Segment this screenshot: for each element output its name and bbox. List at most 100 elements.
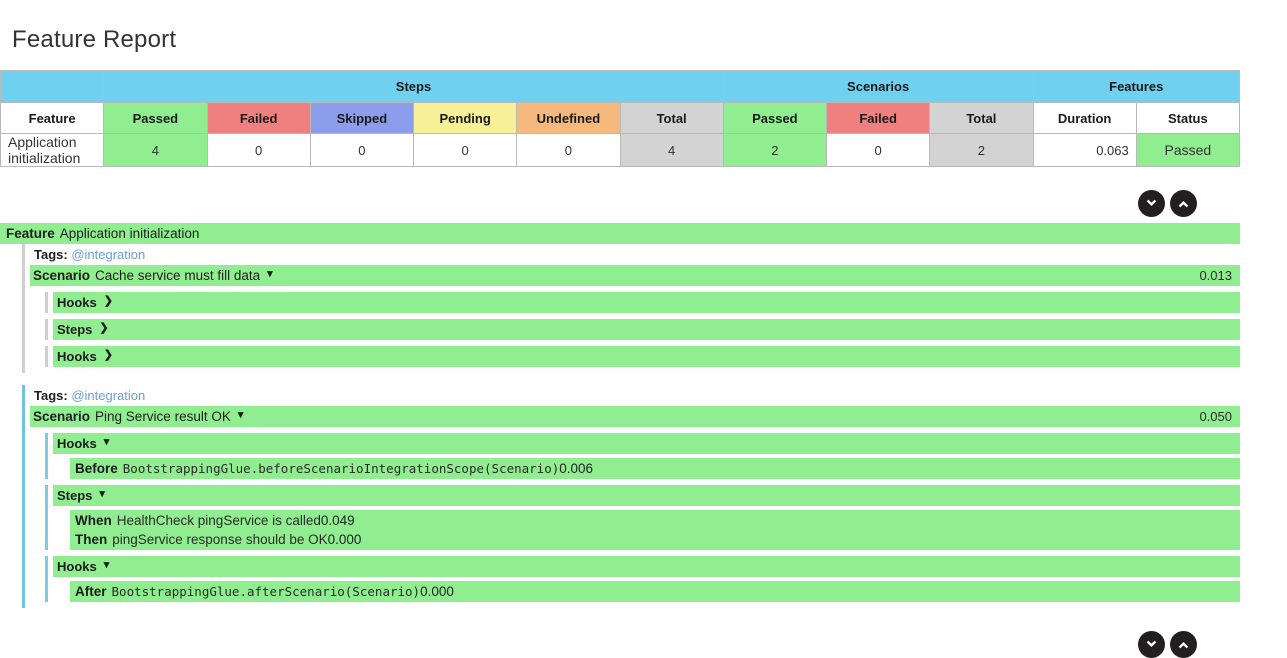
cell-scenarios-total: 2 xyxy=(929,133,1034,167)
group-header-steps: Steps xyxy=(103,70,724,103)
expand-collapse-toolbar-top xyxy=(0,190,1240,217)
section-hooks-after: Hooks ▾ After BootstrappingGlue.afterSce… xyxy=(45,556,1240,602)
section-steps: Steps ❯ xyxy=(45,319,1240,340)
tags-label: Tags: xyxy=(34,388,68,403)
expand-collapse-toolbar-bottom xyxy=(0,631,1240,658)
scenario-keyword: Scenario xyxy=(33,268,91,283)
col-header-steps-skipped[interactable]: Skipped xyxy=(309,102,415,134)
section-hooks-before: Hooks ❯ xyxy=(45,292,1240,313)
col-header-scenarios-passed[interactable]: Passed xyxy=(722,102,828,134)
step-duration: 0.000 xyxy=(327,532,362,547)
list-item[interactable]: After BootstrappingGlue.afterScenario(Sc… xyxy=(70,582,1240,601)
collapse-all-button[interactable] xyxy=(1170,190,1197,217)
section-label: Hooks xyxy=(57,295,97,310)
group-header-features: Features xyxy=(1032,70,1240,103)
cell-duration: 0.063 xyxy=(1032,133,1137,167)
chevron-down-icon[interactable]: ▾ xyxy=(99,489,105,500)
tag-link-integration[interactable]: @integration xyxy=(71,247,145,262)
scenario-band[interactable]: Scenario Ping Service result OK ▾ 0.050 xyxy=(30,406,1240,427)
hook-duration: 0.006 xyxy=(559,461,594,476)
cell-steps-total: 4 xyxy=(619,133,724,167)
collapse-all-button[interactable] xyxy=(1170,631,1197,658)
hook-entry-list: Before BootstrappingGlue.beforeScenarioI… xyxy=(70,458,1240,479)
chevron-up-circle-icon xyxy=(1178,642,1189,649)
col-header-feature[interactable]: Feature xyxy=(0,102,105,134)
summary-column-header-row: Feature Passed Failed Skipped Pending Un… xyxy=(0,102,1241,134)
feature-keyword: Feature xyxy=(6,226,55,241)
page-title: Feature Report xyxy=(12,26,177,53)
col-header-steps-pending[interactable]: Pending xyxy=(412,102,518,134)
col-header-scenarios-total[interactable]: Total xyxy=(929,102,1034,134)
status-badge: Passed xyxy=(1135,133,1241,167)
chevron-right-icon[interactable]: ❯ xyxy=(104,296,113,307)
hook-duration: 0.000 xyxy=(420,584,454,599)
chevron-down-icon[interactable]: ▾ xyxy=(104,560,110,571)
hook-text: BootstrappingGlue.afterScenario(Scenario… xyxy=(111,584,421,599)
col-header-duration[interactable]: Duration xyxy=(1032,102,1137,134)
chevron-right-icon[interactable]: ❯ xyxy=(104,350,113,361)
col-header-scenarios-failed[interactable]: Failed xyxy=(825,102,931,134)
scenario-band[interactable]: Scenario Cache service must fill data ▾ … xyxy=(30,265,1240,286)
cell-steps-undefined: 0 xyxy=(516,133,621,167)
section-band-steps[interactable]: Steps ❯ xyxy=(53,319,1240,340)
expand-all-button[interactable] xyxy=(1138,631,1165,658)
section-hooks-before: Hooks ▾ Before BootstrappingGlue.beforeS… xyxy=(45,433,1240,479)
scenario-keyword: Scenario xyxy=(33,409,91,424)
scenario-name: Cache service must fill data xyxy=(95,268,261,283)
feature-report-body: Feature Application initialization Tags:… xyxy=(0,223,1240,608)
hook-entry-list: After BootstrappingGlue.afterScenario(Sc… xyxy=(70,581,1240,602)
section-band-hooks[interactable]: Hooks ❯ xyxy=(53,292,1240,313)
expand-all-button[interactable] xyxy=(1138,190,1165,217)
col-header-steps-passed[interactable]: Passed xyxy=(103,102,208,134)
tags-label: Tags: xyxy=(34,247,68,262)
feature-summary-table: Steps Scenarios Features Feature Passed … xyxy=(0,70,1241,167)
hook-keyword: Before xyxy=(75,461,118,476)
chevron-down-circle-icon xyxy=(1146,640,1157,647)
tag-link-integration[interactable]: @integration xyxy=(71,388,145,403)
chevron-down-icon[interactable]: ▾ xyxy=(267,269,273,280)
scenario-duration: 0.013 xyxy=(1199,268,1232,283)
scenario-tags-line: Tags: @integration xyxy=(25,244,1240,265)
list-item[interactable]: When HealthCheck pingService is called 0… xyxy=(70,511,1240,530)
chevron-right-icon[interactable]: ❯ xyxy=(99,323,108,334)
summary-group-header-row: Steps Scenarios Features xyxy=(0,70,1240,103)
group-header-blank xyxy=(0,70,105,103)
cell-steps-passed: 4 xyxy=(103,133,208,167)
section-band-hooks[interactable]: Hooks ❯ xyxy=(53,346,1240,367)
scenario-duration: 0.050 xyxy=(1199,409,1232,424)
section-label: Hooks xyxy=(57,436,97,451)
section-label: Hooks xyxy=(57,559,97,574)
step-keyword: When xyxy=(75,513,112,528)
step-keyword: Then xyxy=(75,532,108,547)
col-header-steps-undefined[interactable]: Undefined xyxy=(516,102,621,134)
feature-band[interactable]: Feature Application initialization xyxy=(0,223,1240,244)
group-header-scenarios: Scenarios xyxy=(722,70,1034,103)
list-item[interactable]: Then pingService response should be OK 0… xyxy=(70,530,1240,549)
step-text: HealthCheck pingService is called xyxy=(116,513,321,528)
col-header-steps-total[interactable]: Total xyxy=(619,102,724,134)
section-band-hooks[interactable]: Hooks ▾ xyxy=(53,556,1240,577)
col-header-steps-failed[interactable]: Failed xyxy=(206,102,311,134)
chevron-down-icon[interactable]: ▾ xyxy=(104,437,110,448)
hook-keyword: After xyxy=(75,584,107,599)
feature-name: Application initialization xyxy=(59,226,200,241)
list-item[interactable]: Before BootstrappingGlue.beforeScenarioI… xyxy=(70,459,1240,478)
cell-scenarios-failed: 0 xyxy=(825,133,931,167)
section-label: Hooks xyxy=(57,349,97,364)
cell-feature-name[interactable]: Application initialization xyxy=(0,133,105,167)
chevron-down-icon[interactable]: ▾ xyxy=(238,410,244,421)
table-row: Application initialization 4 0 0 0 0 4 2… xyxy=(0,133,1241,167)
scenario-group-cache-service: Tags: @integration Scenario Cache servic… xyxy=(22,244,1240,373)
section-band-hooks[interactable]: Hooks ▾ xyxy=(53,433,1240,454)
col-header-status[interactable]: Status xyxy=(1135,102,1241,134)
section-hooks-after: Hooks ❯ xyxy=(45,346,1240,367)
step-duration: 0.049 xyxy=(320,513,355,528)
chevron-up-circle-icon xyxy=(1178,201,1189,208)
section-band-steps[interactable]: Steps ▾ xyxy=(53,485,1240,506)
section-label: Steps xyxy=(57,488,93,503)
step-entry-list: When HealthCheck pingService is called 0… xyxy=(70,510,1240,550)
summary-table-container: Steps Scenarios Features Feature Passed … xyxy=(0,70,1287,167)
cell-scenarios-passed: 2 xyxy=(722,133,828,167)
hook-text: BootstrappingGlue.beforeScenarioIntegrat… xyxy=(122,461,560,476)
